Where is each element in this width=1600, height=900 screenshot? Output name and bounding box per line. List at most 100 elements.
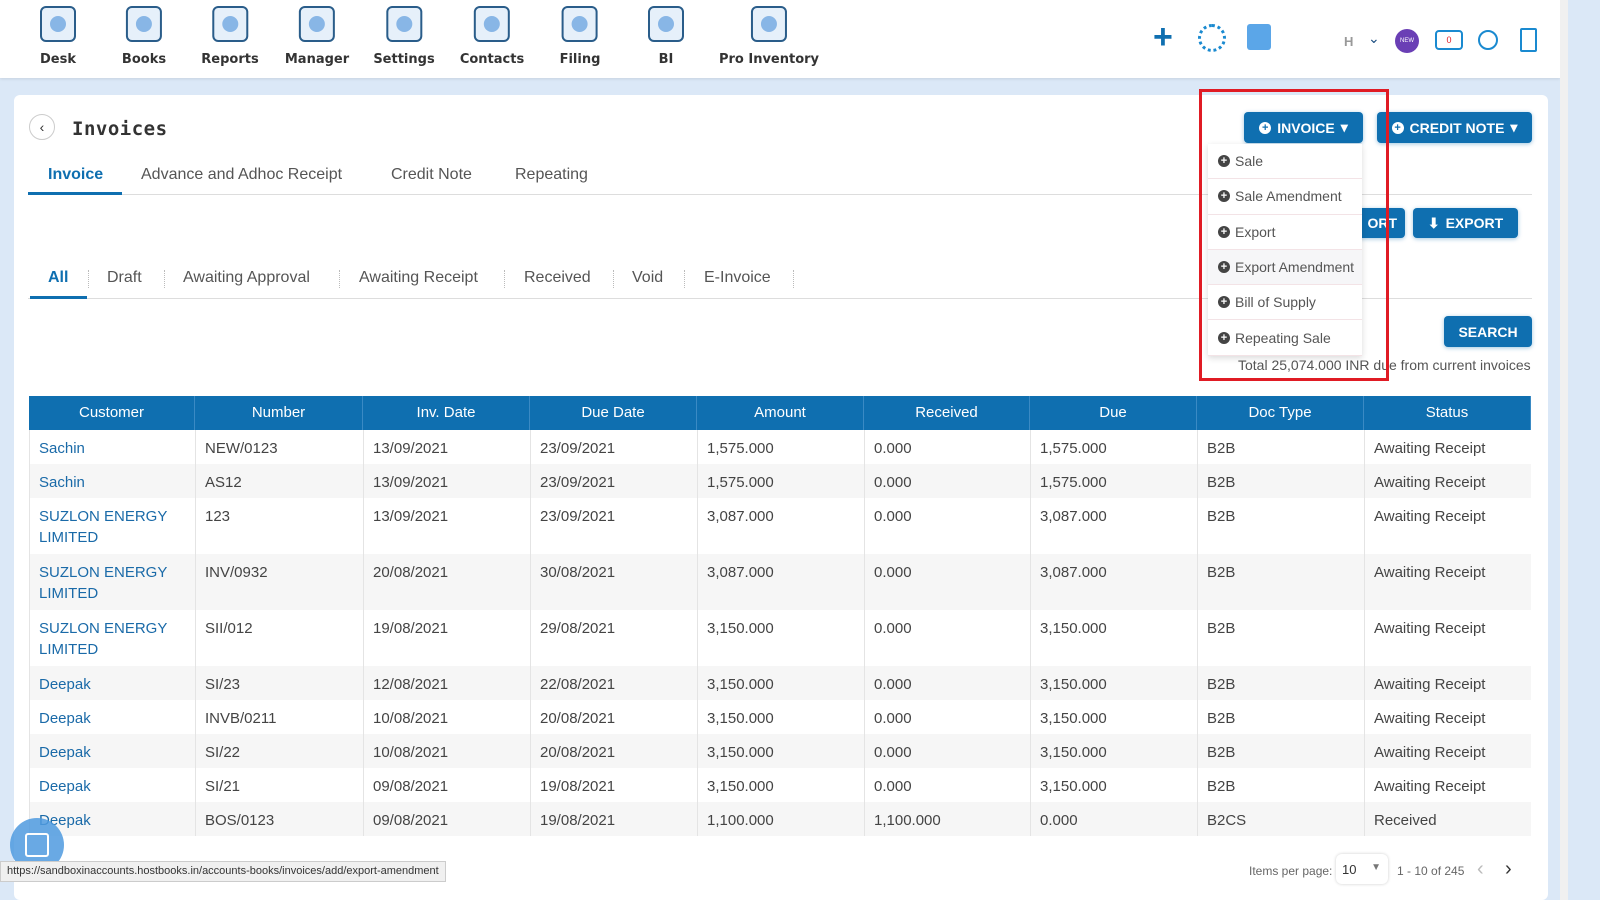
subtab-void[interactable]: Void <box>632 269 663 287</box>
table-row[interactable]: Deepak INVB/0211 10/08/2021 20/08/2021 3,150… <box>29 700 1531 734</box>
table-cell: 09/08/2021 <box>373 812 449 829</box>
column-header-status[interactable]: Status <box>1364 396 1531 430</box>
credit-note-dropdown-button[interactable]: + CREDIT NOTE ▾ <box>1377 112 1532 143</box>
subtab-all[interactable]: All <box>48 269 68 287</box>
customer-link[interactable]: SUZLON ENERGY LIMITED <box>29 506 195 548</box>
table-row[interactable]: Sachin AS12 13/09/2021 23/09/2021 1,575.000 0… <box>29 464 1531 498</box>
subtab-awaiting-approval[interactable]: Awaiting Approval <box>183 269 310 287</box>
table-cell: 3,150.000 <box>1040 710 1107 727</box>
nav-item-books[interactable]: Books <box>122 6 166 67</box>
search-button[interactable]: SEARCH <box>1444 316 1532 347</box>
nav-item-filing[interactable]: Filing <box>559 6 601 67</box>
new-badge-icon[interactable]: NEW <box>1395 29 1419 53</box>
column-header-received[interactable]: Received <box>864 396 1030 430</box>
table-cell: 3,150.000 <box>1040 778 1107 795</box>
customer-link[interactable]: Deepak <box>29 776 195 797</box>
table-cell: 1,575.000 <box>1040 440 1107 457</box>
table-cell: 30/08/2021 <box>540 564 616 581</box>
nav-item-reports[interactable]: Reports <box>201 6 259 67</box>
export-button[interactable]: ⬇ EXPORT <box>1413 208 1518 238</box>
prev-page-button[interactable]: ‹ <box>1477 858 1484 881</box>
subtab-divider <box>684 270 685 288</box>
column-header-doc-type[interactable]: Doc Type <box>1197 396 1364 430</box>
table-cell: SI/22 <box>205 744 241 761</box>
next-page-button[interactable]: › <box>1505 858 1512 881</box>
table-cell: 1,575.000 <box>707 440 774 457</box>
table-cell: Received <box>1374 812 1437 829</box>
table-cell: B2CS <box>1207 812 1247 829</box>
books-icon <box>126 6 162 42</box>
table-row[interactable]: Sachin NEW/0123 13/09/2021 23/09/2021 1,575.… <box>29 430 1531 464</box>
table-cell: 3,087.000 <box>1040 564 1107 581</box>
customer-link[interactable]: Sachin <box>29 472 195 493</box>
table-header: Customer Number Inv. Date Due Date Amount Rec… <box>29 396 1531 430</box>
table-cell: B2B <box>1207 564 1236 581</box>
nav-item-manager[interactable]: Manager <box>285 6 349 67</box>
customer-link[interactable]: Deepak <box>29 708 195 729</box>
add-icon[interactable]: + <box>1153 20 1173 54</box>
column-header-due[interactable]: Due <box>1030 396 1197 430</box>
table-row[interactable]: SUZLON ENERGY LIMITED INV/0932 20/08/2021 3… <box>29 554 1531 610</box>
customer-link[interactable]: SUZLON ENERGY LIMITED <box>29 618 195 660</box>
nav-label: Filing <box>559 52 601 67</box>
chevron-down-icon[interactable]: ⌄ <box>1368 30 1380 47</box>
subtab-received[interactable]: Received <box>524 269 591 287</box>
table-cell: 3,087.000 <box>1040 508 1107 525</box>
gear-icon[interactable] <box>1198 24 1226 52</box>
tab-credit-note[interactable]: Credit Note <box>391 166 472 184</box>
table-cell: B2B <box>1207 474 1236 491</box>
notification-icon[interactable]: 0 <box>1435 30 1463 50</box>
customer-link[interactable]: Sachin <box>29 438 195 459</box>
table-cell: B2B <box>1207 744 1236 761</box>
calculator-icon[interactable] <box>1247 24 1271 50</box>
table-cell: 20/08/2021 <box>540 744 616 761</box>
column-header-number[interactable]: Number <box>195 396 363 430</box>
customer-link[interactable]: Deepak <box>29 674 195 695</box>
table-cell: 1,100.000 <box>874 812 941 829</box>
back-button[interactable]: ‹ <box>29 114 55 140</box>
nav-item-contacts[interactable]: Contacts <box>460 6 524 67</box>
table-cell: 20/08/2021 <box>373 564 449 581</box>
subtab-e-invoice[interactable]: E-Invoice <box>704 269 771 287</box>
table-cell: 3,150.000 <box>1040 620 1107 637</box>
table-row[interactable]: Deepak BOS/0123 09/08/2021 19/08/2021 1,100.… <box>29 802 1531 836</box>
highlight-box <box>1199 89 1389 381</box>
nav-item-pro-inventory[interactable]: Pro Inventory <box>719 6 819 67</box>
active-tab-indicator <box>28 192 122 195</box>
column-header-inv-date[interactable]: Inv. Date <box>363 396 530 430</box>
table-cell: Awaiting Receipt <box>1374 474 1486 491</box>
tab-advance-and-adhoc-receipt[interactable]: Advance and Adhoc Receipt <box>141 166 342 184</box>
table-row[interactable]: SUZLON ENERGY LIMITED SII/012 19/08/2021 29… <box>29 610 1531 666</box>
table-cell: 3,150.000 <box>707 744 774 761</box>
column-header-customer[interactable]: Customer <box>29 396 195 430</box>
table-row[interactable]: Deepak SI/22 10/08/2021 20/08/2021 3,150.000… <box>29 734 1531 768</box>
subtab-divider <box>164 270 165 288</box>
table-cell: 23/09/2021 <box>540 474 616 491</box>
table-cell: 0.000 <box>874 710 912 727</box>
tab-repeating[interactable]: Repeating <box>515 166 588 184</box>
tab-invoice[interactable]: Invoice <box>48 166 103 184</box>
customer-link[interactable]: SUZLON ENERGY LIMITED <box>29 562 195 604</box>
search-icon[interactable] <box>1478 30 1498 50</box>
table-cell: 3,150.000 <box>1040 744 1107 761</box>
table-cell: NEW/0123 <box>205 440 278 457</box>
subtab-draft[interactable]: Draft <box>107 269 142 287</box>
table-row[interactable]: Deepak SI/21 09/08/2021 19/08/2021 3,150.000… <box>29 768 1531 802</box>
subtab-awaiting-receipt[interactable]: Awaiting Receipt <box>359 269 478 287</box>
table-row[interactable]: SUZLON ENERGY LIMITED 123 13/09/2021 23/09/… <box>29 498 1531 554</box>
items-per-page-select[interactable]: 10 ▼ <box>1336 854 1388 884</box>
clipboard-icon[interactable] <box>1520 28 1537 52</box>
column-header-due-date[interactable]: Due Date <box>530 396 697 430</box>
nav-item-bi[interactable]: BI <box>648 6 684 67</box>
customer-link[interactable]: Deepak <box>29 742 195 763</box>
table-cell: 0.000 <box>874 508 912 525</box>
table-row[interactable]: Deepak SI/23 12/08/2021 22/08/2021 3,150.000… <box>29 666 1531 700</box>
nav-label: Books <box>121 52 167 67</box>
nav-item-desk[interactable]: Desk <box>40 6 76 67</box>
nav-item-settings[interactable]: Settings <box>373 6 435 67</box>
table-cell: B2B <box>1207 440 1236 457</box>
user-initial[interactable]: H <box>1344 34 1353 49</box>
scrollbar[interactable] <box>1560 0 1568 900</box>
column-header-amount[interactable]: Amount <box>697 396 864 430</box>
table-cell: 0.000 <box>874 620 912 637</box>
